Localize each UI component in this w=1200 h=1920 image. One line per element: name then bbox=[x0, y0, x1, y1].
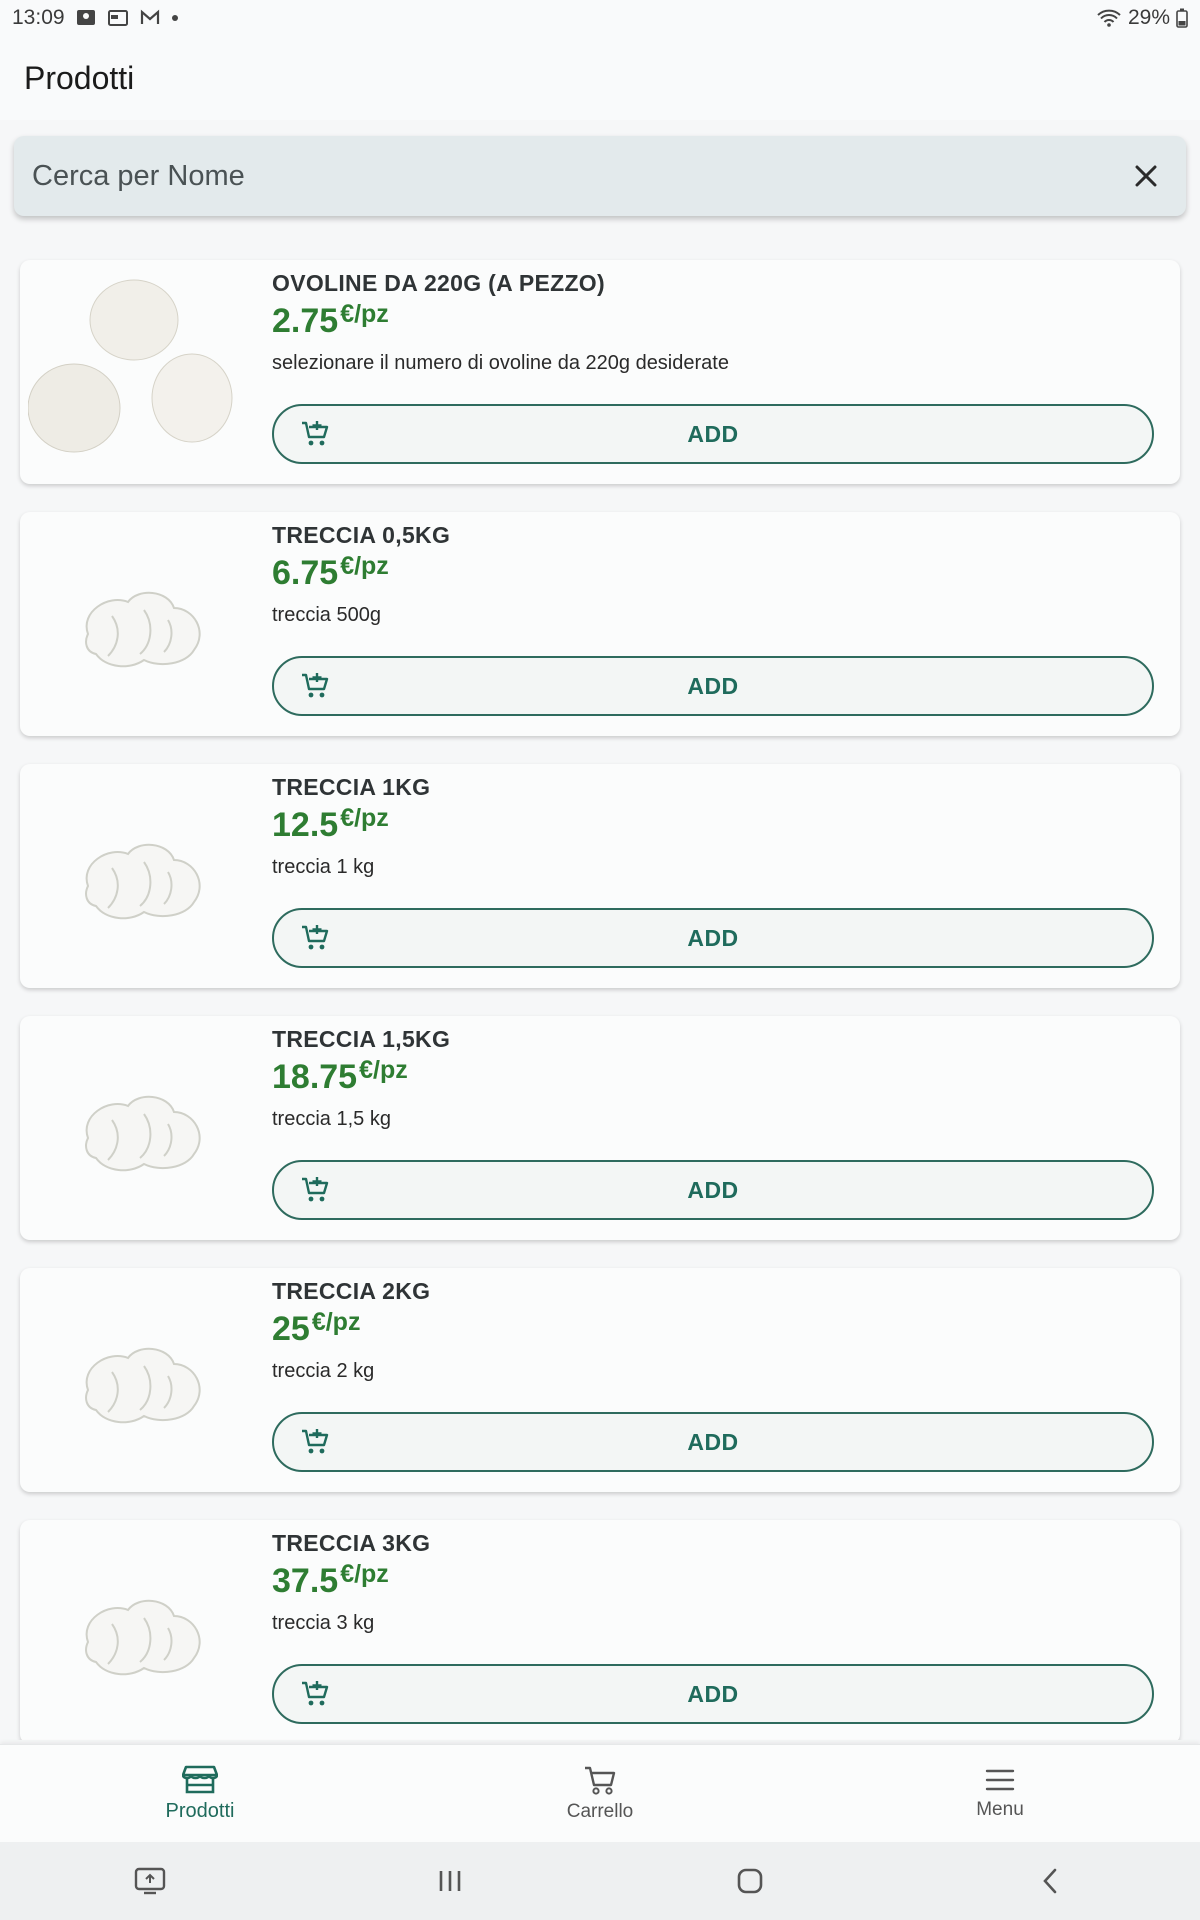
nav-label: Carrello bbox=[566, 1800, 634, 1822]
product-card: TRECCIA 3KG 37.5 €/pz treccia 3 kg ADD bbox=[20, 1520, 1180, 1740]
dot-icon bbox=[171, 15, 178, 21]
product-price: 2.75 €/pz bbox=[272, 300, 389, 341]
product-name: TRECCIA 0,5KG bbox=[272, 522, 451, 548]
add-shopping-cart-icon bbox=[302, 421, 329, 446]
home-button[interactable] bbox=[720, 1851, 780, 1911]
price-unit: €/pz bbox=[340, 300, 389, 328]
product-description: treccia 500g bbox=[272, 604, 381, 626]
product-image bbox=[28, 1028, 240, 1228]
product-description: treccia 1,5 kg bbox=[272, 1108, 391, 1130]
price-value: 18.75 bbox=[272, 1058, 358, 1096]
price-unit: €/pz bbox=[340, 552, 389, 580]
add-to-cart-button[interactable]: ADD bbox=[272, 404, 1154, 464]
price-value: 6.75 bbox=[272, 554, 339, 592]
product-name: OVOLINE DA 220G (A PEZZO) bbox=[272, 270, 605, 296]
calendar-icon bbox=[107, 10, 128, 26]
product-description: selezionare il numero di ovoline da 220g… bbox=[272, 352, 729, 374]
product-card: TRECCIA 1KG 12.5 €/pz treccia 1 kg ADD bbox=[20, 764, 1180, 988]
product-image bbox=[28, 524, 240, 724]
product-description: treccia 1 kg bbox=[272, 856, 375, 878]
app-bar: Prodotti bbox=[0, 36, 1200, 120]
recent-apps-icon bbox=[439, 1871, 461, 1891]
product-name: TRECCIA 1,5KG bbox=[272, 1026, 451, 1052]
product-image bbox=[27, 272, 240, 472]
product-description: treccia 3 kg bbox=[272, 1612, 375, 1634]
product-price: 12.5 €/pz bbox=[272, 804, 389, 845]
add-to-cart-button[interactable]: ADD bbox=[272, 1160, 1154, 1220]
battery-icon bbox=[1176, 8, 1188, 28]
add-shopping-cart-icon bbox=[302, 1429, 329, 1454]
add-button-label: ADD bbox=[687, 1176, 739, 1203]
clear-search-button[interactable] bbox=[1124, 154, 1168, 198]
home-icon bbox=[737, 1868, 763, 1894]
system-nav-bar bbox=[0, 1842, 1200, 1920]
product-name: TRECCIA 3KG bbox=[272, 1530, 431, 1556]
store-icon bbox=[182, 1765, 218, 1794]
status-time: 13:09 bbox=[12, 6, 65, 29]
recent-apps-button[interactable] bbox=[420, 1851, 480, 1911]
product-image bbox=[28, 776, 240, 976]
add-shopping-cart-icon bbox=[302, 925, 329, 950]
add-shopping-cart-icon bbox=[302, 1177, 329, 1202]
add-to-cart-button[interactable]: ADD bbox=[272, 656, 1154, 716]
add-button-label: ADD bbox=[687, 420, 739, 447]
add-to-cart-button[interactable]: ADD bbox=[272, 908, 1154, 968]
page-title: Prodotti bbox=[24, 59, 135, 96]
product-price: 37.5 €/pz bbox=[272, 1560, 389, 1601]
screenshot-button[interactable] bbox=[120, 1851, 180, 1911]
price-value: 25 bbox=[272, 1310, 310, 1348]
product-image bbox=[28, 1532, 240, 1732]
product-price: 25 €/pz bbox=[272, 1308, 361, 1349]
screen-capture-icon bbox=[134, 1867, 166, 1895]
add-button-label: ADD bbox=[687, 1680, 739, 1707]
add-button-label: ADD bbox=[687, 924, 739, 951]
battery-percent: 29% bbox=[1127, 6, 1170, 29]
nav-label: Prodotti bbox=[165, 1800, 235, 1822]
back-button[interactable] bbox=[1020, 1851, 1080, 1911]
add-shopping-cart-icon bbox=[302, 673, 329, 698]
nav-item-prodotti[interactable]: Prodotti bbox=[0, 1745, 400, 1842]
product-card: TRECCIA 0,5KG 6.75 €/pz treccia 500g ADD bbox=[20, 512, 1180, 736]
price-unit: €/pz bbox=[340, 1560, 389, 1588]
product-description: treccia 2 kg bbox=[272, 1360, 375, 1382]
gmail-icon bbox=[140, 9, 159, 24]
menu-icon bbox=[985, 1769, 1015, 1790]
add-button-label: ADD bbox=[687, 1428, 739, 1455]
back-icon bbox=[1043, 1868, 1057, 1894]
search-input[interactable] bbox=[32, 159, 1124, 193]
price-value: 12.5 bbox=[272, 806, 339, 844]
search-bar bbox=[14, 136, 1186, 216]
notification-icon bbox=[76, 10, 95, 25]
product-price: 6.75 €/pz bbox=[272, 552, 389, 593]
add-shopping-cart-icon bbox=[302, 1681, 329, 1706]
price-value: 2.75 bbox=[272, 302, 339, 340]
price-value: 37.5 bbox=[272, 1562, 339, 1600]
add-to-cart-button[interactable]: ADD bbox=[272, 1664, 1154, 1724]
price-unit: €/pz bbox=[340, 804, 389, 832]
product-name: TRECCIA 2KG bbox=[272, 1278, 431, 1304]
add-to-cart-button[interactable]: ADD bbox=[272, 1412, 1154, 1472]
wifi-icon bbox=[1097, 9, 1121, 27]
product-image bbox=[28, 1280, 240, 1480]
close-icon bbox=[1135, 165, 1157, 187]
nav-item-carrello[interactable]: Carrello bbox=[400, 1745, 800, 1842]
product-card: TRECCIA 1,5KG 18.75 €/pz treccia 1,5 kg … bbox=[20, 1016, 1180, 1240]
bottom-nav: Prodotti Carrello Menu bbox=[0, 1744, 1200, 1842]
product-price: 18.75 €/pz bbox=[272, 1056, 408, 1097]
product-card: OVOLINE DA 220G (A PEZZO) 2.75 €/pz sele… bbox=[20, 260, 1180, 484]
product-card: TRECCIA 2KG 25 €/pz treccia 2 kg ADD bbox=[20, 1268, 1180, 1492]
add-button-label: ADD bbox=[687, 672, 739, 699]
product-list: OVOLINE DA 220G (A PEZZO) 2.75 €/pz sele… bbox=[0, 230, 1200, 1740]
product-name: TRECCIA 1KG bbox=[272, 774, 431, 800]
price-unit: €/pz bbox=[359, 1056, 408, 1084]
price-unit: €/pz bbox=[311, 1308, 361, 1336]
nav-item-menu[interactable]: Menu bbox=[800, 1745, 1200, 1842]
cart-icon bbox=[585, 1766, 616, 1795]
status-bar: 13:09 29% bbox=[0, 0, 1200, 36]
nav-label: Menu bbox=[976, 1798, 1024, 1820]
